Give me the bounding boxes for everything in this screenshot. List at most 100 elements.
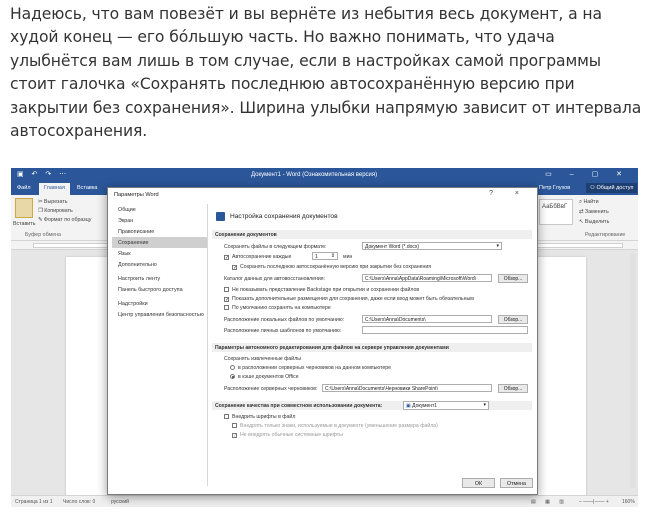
paste-button[interactable]: Вставить — [13, 221, 35, 227]
fidelity-document-dropdown[interactable]: ▣ Документ1 ▾ — [403, 401, 489, 410]
save-icon — [216, 212, 225, 221]
format-dropdown[interactable]: Документ Word (*.docx) ▾ — [362, 242, 502, 250]
chevron-down-icon: ▾ — [496, 243, 499, 249]
editing-group-label: Редактирование — [585, 232, 626, 238]
format-painter-label: Формат по образцу — [43, 217, 92, 223]
drafts-browse-button[interactable]: Обзор... — [498, 384, 528, 393]
section-save-documents: Сохранение документов — [212, 230, 532, 239]
backstage-label: Не показывать представление Backstage пр… — [232, 287, 420, 293]
find-button[interactable]: ⌕ Найти — [579, 199, 599, 206]
autosave-minutes-value: 1 — [315, 254, 318, 260]
server-drafts-option: в расположении серверных черновиков на д… — [230, 365, 391, 371]
replace-button[interactable]: ⇄ Заменить — [579, 209, 609, 215]
nav-item-trust-center[interactable]: Центр управления безопасностью — [112, 309, 207, 320]
dialog-controls[interactable]: ? × — [489, 190, 529, 197]
cut-label: Вырезать — [43, 199, 68, 205]
nav-item-quick-access[interactable]: Панель быстрого доступа — [112, 284, 207, 295]
share-label: Общий доступ — [596, 185, 634, 191]
replace-label: Заменить — [584, 209, 609, 215]
autorecover-path-input[interactable]: C:\Users\Anna\AppData\Roaming\Microsoft\… — [362, 274, 492, 282]
templates-input[interactable] — [362, 326, 528, 334]
drafts-location-path: C:\Users\Anna\Documents\Черновики ShareP… — [325, 386, 438, 392]
backstage-checkbox[interactable] — [224, 287, 229, 292]
chevron-down-icon: ▾ — [483, 402, 486, 408]
no-common-fonts-label: Не внедрять обычные системные шрифты — [240, 432, 343, 438]
copy-button[interactable]: ❐ Копировать — [38, 208, 73, 214]
find-label: Найти — [583, 199, 599, 205]
view-buttons[interactable]: ▤ ▦ ▥ — [531, 499, 568, 505]
zoom-level[interactable]: 160% — [622, 499, 635, 505]
keep-last-label: Сохранять последнюю автосохранённую верс… — [240, 264, 432, 270]
embed-used-only-row: Внедрять только знаки, используемые в до… — [232, 423, 438, 429]
autosave-row: ✓ Автосохранение каждые — [224, 254, 291, 261]
drafts-location-input[interactable]: C:\Users\Anna\Documents\Черновики ShareP… — [322, 384, 492, 392]
word-screenshot: ▣ ↶ ↷ ⋯ Документ1 - Word (Ознакомительна… — [11, 168, 638, 507]
vertical-scrollbar[interactable] — [630, 254, 636, 488]
dialog-title: Параметры Word — [114, 192, 159, 198]
tab-insert[interactable]: Вставка — [77, 185, 97, 191]
options-nav: Общие Экран Правописание Сохранение Язык… — [112, 204, 208, 486]
embed-fonts-row: Внедрить шрифты в файл — [224, 414, 295, 420]
no-common-fonts-row: ✓ Не внедрять обычные системные шрифты — [232, 432, 343, 439]
format-painter-button[interactable]: ✎ Формат по образцу — [38, 217, 91, 223]
nav-item-language[interactable]: Язык — [112, 248, 207, 259]
nav-item-advanced[interactable]: Дополнительно — [112, 259, 207, 270]
options-dialog: Параметры Word ? × Общие Экран Правописа… — [107, 187, 538, 495]
embed-used-only-checkbox — [232, 423, 237, 428]
ok-button[interactable]: ОК — [462, 478, 495, 488]
backstage-row: Не показывать представление Backstage пр… — [224, 287, 419, 293]
zoom-slider[interactable]: – ——|—— + — [579, 499, 609, 505]
tab-home[interactable]: Главная — [39, 183, 70, 195]
content-header: Настройка сохранения документов — [230, 213, 338, 220]
nav-item-customize-ribbon[interactable]: Настроить ленту — [112, 273, 207, 284]
user-name[interactable]: Петр Глухов — [539, 185, 570, 191]
server-drafts-radio[interactable] — [230, 365, 235, 370]
style-sample: АаБбВвГ — [542, 204, 568, 210]
fidelity-document-value: Документ1 — [412, 403, 438, 409]
spinner-icon[interactable]: ⇕ — [331, 253, 335, 259]
cut-button[interactable]: ✂ Вырезать — [38, 199, 67, 205]
nav-item-save[interactable]: Сохранение — [112, 237, 207, 248]
local-files-label: Расположение локальных файлов по умолчан… — [224, 317, 345, 323]
no-common-fonts-checkbox: ✓ — [232, 433, 238, 439]
section-offline-editing: Параметры автономного редактирования для… — [212, 343, 532, 352]
select-button[interactable]: ↖ Выделить — [579, 219, 609, 225]
drafts-location-label: Расположение серверных черновиков: — [224, 386, 318, 392]
autosave-unit: мин — [343, 254, 353, 260]
styles-gallery[interactable]: АаБбВвГ — [539, 199, 573, 225]
tab-file[interactable]: Файл — [17, 185, 31, 191]
status-bar: Страница 1 из 1 Число слов: 0 русский ▤ … — [11, 495, 638, 507]
window-controls[interactable]: ▭ – ▢ ✕ — [545, 170, 630, 178]
share-button[interactable]: ⚇ Общий доступ — [586, 183, 638, 193]
cancel-button[interactable]: Отмена — [500, 478, 533, 488]
office-cache-option: в кэше документов Office — [230, 374, 299, 380]
page-count[interactable]: Страница 1 из 1 — [15, 499, 52, 505]
default-computer-checkbox[interactable] — [224, 305, 229, 310]
show-additional-row: ✓ Показать дополнительные размещения для … — [224, 296, 474, 303]
word-count[interactable]: Число слов: 0 — [63, 499, 95, 505]
keep-last-checkbox[interactable]: ✓ — [232, 265, 237, 271]
embed-fonts-checkbox[interactable] — [224, 414, 229, 419]
copy-label: Копировать — [44, 208, 73, 214]
keep-last-row: ✓ Сохранять последнюю автосохранённую вер… — [232, 264, 432, 271]
nav-item-display[interactable]: Экран — [112, 215, 207, 226]
nav-item-general[interactable]: Общие — [112, 204, 207, 215]
format-value: Документ Word (*.docx) — [365, 244, 420, 250]
format-label: Сохранять файлы в следующем формате: — [224, 244, 327, 250]
show-additional-checkbox[interactable]: ✓ — [224, 297, 229, 303]
default-computer-label: По умолчанию сохранять на компьютере — [232, 305, 331, 311]
language-indicator[interactable]: русский — [111, 499, 129, 505]
autosave-checkbox[interactable]: ✓ — [224, 255, 229, 261]
office-cache-radio[interactable] — [230, 374, 235, 379]
quick-access-icons[interactable]: ▣ ↶ ↷ ⋯ — [17, 170, 69, 178]
autorecover-browse-button[interactable]: Обзор... — [498, 274, 528, 283]
nav-item-proofing[interactable]: Правописание — [112, 226, 207, 237]
local-files-browse-button[interactable]: Обзор... — [498, 315, 528, 324]
nav-item-addins[interactable]: Надстройки — [112, 298, 207, 309]
local-files-input[interactable]: C:\Users\Anna\Documents\ — [362, 315, 492, 323]
autosave-minutes-input[interactable]: 1 ⇕ — [312, 252, 338, 260]
default-computer-row: По умолчанию сохранять на компьютере — [224, 305, 331, 311]
templates-label: Расположение личных шаблонов по умолчани… — [224, 328, 342, 334]
clipboard-icon[interactable] — [15, 198, 33, 218]
local-files-path: C:\Users\Anna\Documents\ — [365, 317, 426, 323]
